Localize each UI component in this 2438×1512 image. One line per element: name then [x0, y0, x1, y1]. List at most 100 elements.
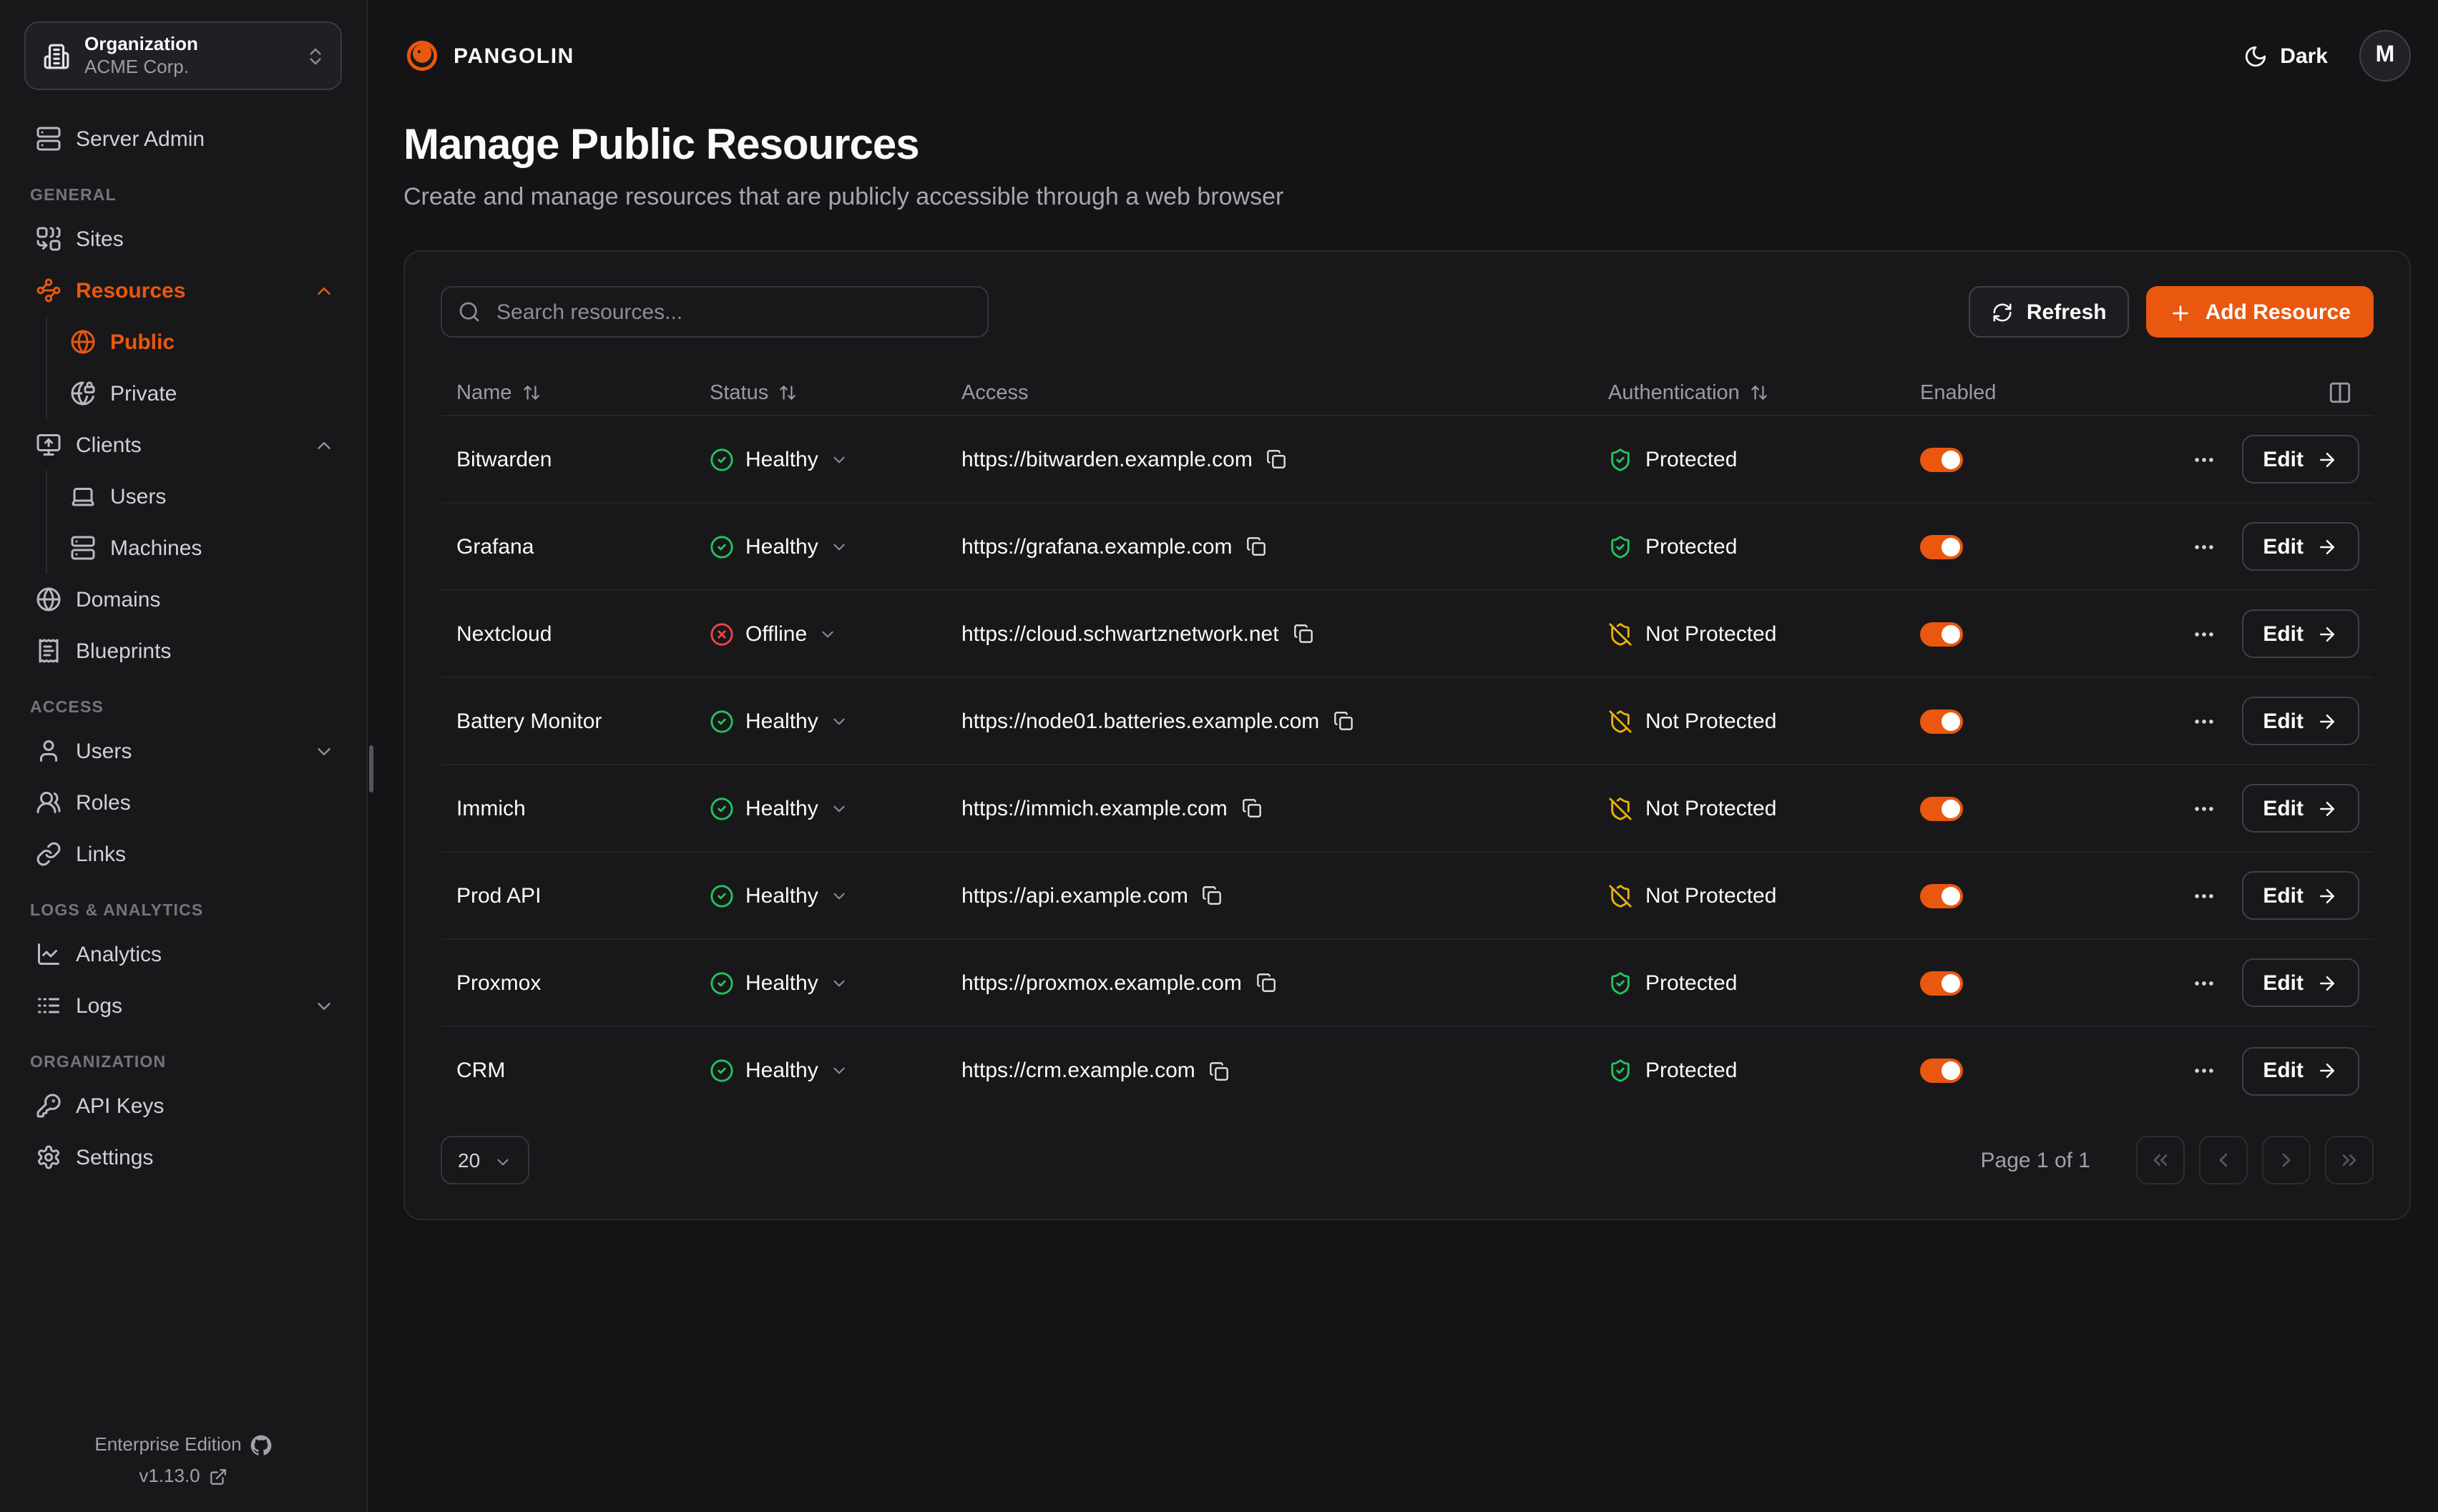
row-menu-button[interactable] [2191, 883, 2216, 908]
copy-url-button[interactable] [1242, 798, 1262, 818]
enabled-toggle[interactable] [1920, 883, 1963, 908]
sidebar-item-sites[interactable]: Sites [20, 213, 346, 265]
edit-button[interactable]: Edit [2241, 609, 2359, 658]
enabled-toggle[interactable] [1920, 709, 1963, 733]
sidebar-item-domains[interactable]: Domains [20, 574, 346, 625]
edit-button[interactable]: Edit [2241, 1046, 2359, 1095]
ellipsis-icon [2191, 534, 2216, 559]
version-label: v1.13.0 [139, 1461, 200, 1492]
arrow-up-down-icon [778, 383, 797, 402]
sidebar-item-logs[interactable]: Logs [20, 980, 346, 1031]
refresh-icon [1992, 300, 2014, 324]
ellipsis-icon [2191, 447, 2216, 471]
enabled-toggle[interactable] [1920, 971, 1963, 995]
enabled-toggle[interactable] [1920, 1059, 1963, 1083]
row-menu-button[interactable] [2191, 796, 2216, 820]
sidebar-item-links[interactable]: Links [20, 828, 346, 880]
copy-url-button[interactable] [1203, 885, 1223, 905]
column-header-name[interactable]: Name [441, 381, 710, 404]
enabled-toggle[interactable] [1920, 447, 1963, 471]
shield-check-icon [1608, 1059, 1632, 1083]
copy-url-button[interactable] [1256, 973, 1276, 993]
toggle-columns-button[interactable] [2328, 381, 2352, 405]
sidebar-item-blueprints[interactable]: Blueprints [20, 625, 346, 677]
table-header: Name Status Access Authentication Enable… [441, 370, 2374, 416]
copy-url-button[interactable] [1267, 449, 1287, 469]
resource-name: Immich [441, 796, 710, 820]
sidebar-item-machines[interactable]: Machines [47, 522, 346, 574]
edit-button[interactable]: Edit [2241, 958, 2359, 1007]
avatar[interactable]: M [2359, 30, 2411, 82]
status-dropdown[interactable]: Healthy [710, 447, 848, 471]
edit-button[interactable]: Edit [2241, 435, 2359, 483]
refresh-button[interactable]: Refresh [1969, 286, 2130, 338]
status-dropdown[interactable]: Healthy [710, 971, 848, 995]
edit-button[interactable]: Edit [2241, 697, 2359, 745]
sidebar-item-private[interactable]: Private [47, 368, 346, 419]
add-resource-button[interactable]: Add Resource [2147, 286, 2374, 338]
sidebar-item-clients[interactable]: Clients [20, 419, 346, 471]
page-size-select[interactable]: 20 [441, 1136, 529, 1184]
version-link[interactable]: v1.13.0 [0, 1461, 366, 1492]
last-page-button[interactable] [2325, 1136, 2374, 1184]
sidebar-item-api-keys[interactable]: API Keys [20, 1080, 346, 1131]
resource-url: https://proxmox.example.com [961, 971, 1242, 995]
theme-toggle-button[interactable]: Dark [2243, 43, 2328, 68]
sidebar-item-roles[interactable]: Roles [20, 777, 346, 828]
resource-name: Proxmox [441, 971, 710, 995]
status-dropdown[interactable]: Offline [710, 622, 837, 646]
prev-page-button[interactable] [2199, 1136, 2248, 1184]
copy-icon [1333, 711, 1353, 731]
next-page-button[interactable] [2262, 1136, 2311, 1184]
edit-button[interactable]: Edit [2241, 522, 2359, 571]
brand[interactable]: PANGOLIN [403, 37, 574, 74]
copy-url-button[interactable] [1210, 1061, 1230, 1081]
row-menu-button[interactable] [2191, 447, 2216, 471]
row-menu-button[interactable] [2191, 971, 2216, 995]
copy-url-button[interactable] [1293, 624, 1313, 644]
arrow-right-icon [2316, 710, 2338, 732]
sidebar-item-public[interactable]: Public [47, 316, 346, 368]
chevrons-right-icon [2338, 1149, 2361, 1172]
row-menu-button[interactable] [2191, 1059, 2216, 1083]
row-menu-button[interactable] [2191, 622, 2216, 646]
copy-icon [1210, 1061, 1230, 1081]
status-dropdown[interactable]: Healthy [710, 1059, 848, 1083]
status-dropdown[interactable]: Healthy [710, 796, 848, 820]
circle-check-icon [710, 883, 734, 908]
copy-url-button[interactable] [1333, 711, 1353, 731]
column-header-authentication[interactable]: Authentication [1608, 381, 1920, 404]
org-switcher[interactable]: Organization ACME Corp. [24, 21, 342, 90]
section-title: GENERAL [20, 187, 346, 205]
auth-cell: Protected [1608, 534, 1920, 559]
laptop-icon [70, 483, 96, 509]
chevrons-up-down-icon [305, 46, 326, 67]
enabled-toggle[interactable] [1920, 534, 1963, 559]
edition-link[interactable]: Enterprise Edition [0, 1429, 366, 1461]
edit-button[interactable]: Edit [2241, 871, 2359, 920]
sidebar-item-users[interactable]: Users [47, 471, 346, 522]
org-switcher-label: Organization [84, 33, 290, 57]
row-menu-button[interactable] [2191, 534, 2216, 559]
sidebar-item-users[interactable]: Users [20, 725, 346, 777]
edit-button[interactable]: Edit [2241, 784, 2359, 833]
status-dropdown[interactable]: Healthy [710, 883, 848, 908]
first-page-button[interactable] [2136, 1136, 2185, 1184]
enabled-toggle[interactable] [1920, 622, 1963, 646]
enabled-toggle[interactable] [1920, 796, 1963, 820]
external-link-icon [209, 1461, 227, 1492]
column-header-status[interactable]: Status [710, 381, 961, 404]
sidebar-item-resources[interactable]: Resources [20, 265, 346, 316]
status-dropdown[interactable]: Healthy [710, 709, 848, 733]
row-menu-button[interactable] [2191, 709, 2216, 733]
auth-cell: Protected [1608, 971, 1920, 995]
resource-url: https://immich.example.com [961, 796, 1228, 820]
sidebar-item-server-admin[interactable]: Server Admin [20, 113, 346, 165]
sidebar-item-analytics[interactable]: Analytics [20, 928, 346, 980]
status-dropdown[interactable]: Healthy [710, 534, 848, 559]
sidebar-item-settings[interactable]: Settings [20, 1131, 346, 1183]
ellipsis-icon [2191, 883, 2216, 908]
chevron-down-icon [830, 799, 848, 818]
copy-url-button[interactable] [1247, 536, 1267, 556]
search-input[interactable] [441, 286, 989, 338]
